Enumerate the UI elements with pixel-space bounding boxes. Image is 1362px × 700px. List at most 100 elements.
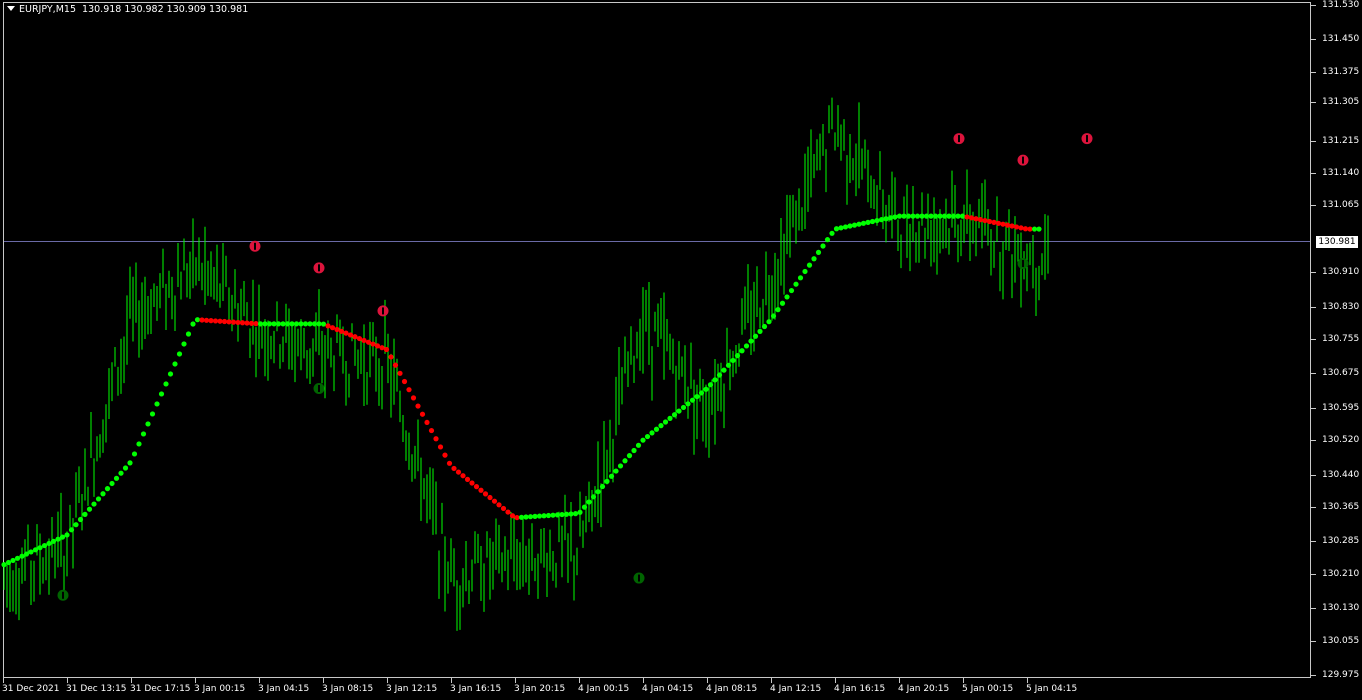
trend-dot xyxy=(460,473,466,479)
trend-dot xyxy=(190,321,196,327)
price-tick xyxy=(1311,173,1316,175)
trend-dot xyxy=(244,320,250,326)
time-tick xyxy=(579,678,580,683)
trend-dot xyxy=(662,419,669,425)
trend-dot xyxy=(595,489,601,495)
price-tick xyxy=(1311,440,1316,442)
time-tick xyxy=(451,678,452,683)
trend-dot xyxy=(311,321,318,327)
trend-dot xyxy=(721,367,727,373)
trend-dot xyxy=(496,502,502,508)
trend-dot xyxy=(797,275,804,281)
trend-dot xyxy=(253,321,259,327)
trend-dot xyxy=(19,553,25,559)
trend-dot xyxy=(181,341,187,347)
trend-dot xyxy=(1031,226,1038,232)
time-label: 31 Dec 2021 xyxy=(2,684,60,694)
trend-dot xyxy=(118,470,124,476)
price-tick xyxy=(1311,338,1316,340)
signal-arrows xyxy=(57,133,1093,601)
trend-dot xyxy=(784,294,790,300)
trend-dot xyxy=(397,370,403,376)
trend-dot xyxy=(298,321,304,327)
time-label: 5 Jan 00:15 xyxy=(962,684,1014,694)
time-label: 3 Jan 08:15 xyxy=(322,684,374,694)
price-tick xyxy=(1311,39,1316,41)
trend-dot xyxy=(424,419,430,426)
current-price-label: 130.981 xyxy=(1316,235,1358,248)
trend-dot xyxy=(379,345,385,351)
trend-dot xyxy=(932,213,939,219)
trend-dot xyxy=(28,549,34,555)
trend-dot xyxy=(406,387,412,393)
trend-dot xyxy=(658,423,664,429)
trend-dot xyxy=(788,287,795,294)
trend-dot xyxy=(919,213,925,219)
trend-dot xyxy=(707,382,714,388)
trend-dot xyxy=(55,536,61,542)
time-tick xyxy=(195,678,196,683)
trend-dot xyxy=(982,217,988,224)
trend-dot xyxy=(307,321,313,327)
price-label: 130.595 xyxy=(1322,402,1360,413)
trend-dot xyxy=(541,513,547,519)
trend-dot xyxy=(491,498,498,504)
trend-dot xyxy=(761,323,768,330)
price-label: 130.285 xyxy=(1322,536,1360,547)
trend-dot xyxy=(856,221,862,227)
trend-dot xyxy=(217,318,223,324)
trend-dot xyxy=(482,491,489,497)
trend-dot xyxy=(352,334,358,340)
trend-dot xyxy=(284,321,291,327)
time-label: 3 Jan 16:15 xyxy=(450,684,502,694)
trend-dot xyxy=(568,511,574,517)
price-tick xyxy=(1311,506,1316,508)
trend-dot xyxy=(1004,222,1011,228)
trend-dot xyxy=(527,514,534,520)
collapse-triangle-icon[interactable] xyxy=(7,6,15,11)
trend-dot xyxy=(428,427,435,434)
trend-dot xyxy=(266,321,273,327)
trend-dot xyxy=(361,337,367,344)
trend-dot xyxy=(221,318,228,325)
trend-dot xyxy=(806,262,813,268)
trend-dot xyxy=(271,321,277,327)
trend-dot xyxy=(532,513,538,519)
trend-dot xyxy=(1036,226,1042,232)
trend-dot xyxy=(941,213,948,219)
trend-dot xyxy=(829,230,835,236)
trend-dot xyxy=(109,480,115,487)
time-tick xyxy=(67,678,68,683)
trend-dot xyxy=(1018,225,1024,231)
trend-dot xyxy=(113,475,120,481)
trend-dot xyxy=(46,540,52,547)
trend-dot xyxy=(676,408,682,414)
time-tick xyxy=(707,678,708,683)
trend-dot xyxy=(91,501,97,507)
trend-dot xyxy=(802,268,808,275)
price-label: 130.210 xyxy=(1322,568,1360,579)
trend-dot xyxy=(914,213,921,219)
trend-dot xyxy=(167,371,174,377)
trend-dot xyxy=(473,484,480,490)
trend-dot xyxy=(1013,224,1020,230)
trend-dot xyxy=(356,335,363,342)
trend-dot xyxy=(334,326,340,333)
buy-arrow-icon-stem xyxy=(1022,260,1024,268)
trend-dot xyxy=(640,437,646,443)
price-chart[interactable] xyxy=(0,0,1362,700)
trend-dot xyxy=(869,218,876,225)
trend-dot xyxy=(896,213,903,219)
buy-arrow-icon-stem xyxy=(318,384,320,392)
trend-dot xyxy=(401,378,408,385)
trend-dot xyxy=(1022,226,1029,232)
price-label: 131.530 xyxy=(1322,0,1360,10)
trend-dot xyxy=(415,403,421,409)
time-label: 4 Jan 12:15 xyxy=(770,684,822,694)
trend-dot xyxy=(671,412,678,418)
time-tick xyxy=(3,678,4,683)
trend-dot xyxy=(739,348,745,354)
trend-dot xyxy=(37,545,43,551)
trend-dot xyxy=(775,307,781,313)
trend-dot xyxy=(883,216,889,222)
